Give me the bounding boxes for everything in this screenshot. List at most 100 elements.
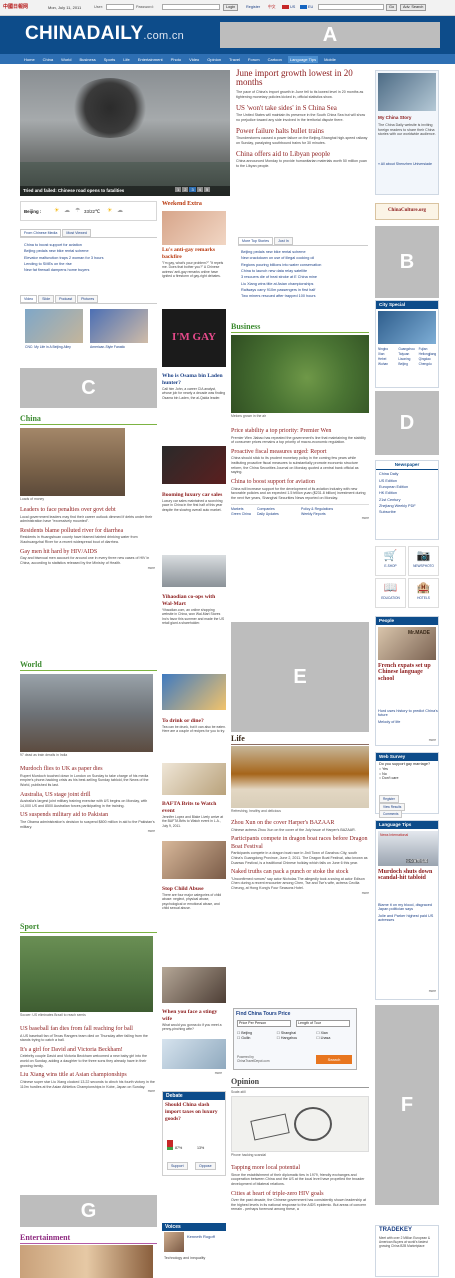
china-story-title[interactable]: Leaders to face penalties over govt debt — [20, 507, 155, 515]
weekend-img-hunter[interactable] — [162, 446, 226, 484]
china-more-link[interactable]: more — [20, 566, 155, 570]
lang-cn-link[interactable]: 中文 — [268, 5, 276, 10]
life-story-title[interactable]: Naked truths can pack a punch or stoke t… — [231, 869, 369, 877]
city-link[interactable]: Liaoning — [398, 357, 417, 361]
tab-podcast[interactable]: Podcast — [55, 295, 77, 304]
china-culture-banner[interactable]: ChinaCulture.org — [375, 203, 439, 220]
business-link-policy[interactable]: Policy & Regulations — [301, 507, 361, 511]
life-story-title[interactable]: Participants compete in dragon boat race… — [231, 836, 369, 851]
list-item[interactable]: 3 rescuers die of heat stroke at E China… — [241, 275, 365, 280]
business-image[interactable] — [231, 335, 369, 413]
list-item[interactable]: Beijing pedals new bike rental scheme — [241, 250, 365, 255]
weekend-extra-title[interactable]: Weekend Extra — [162, 201, 228, 209]
search-input[interactable] — [318, 4, 384, 10]
login-button[interactable]: Login — [223, 4, 239, 11]
nav-sports[interactable]: Sports — [102, 56, 118, 63]
nav-cartoon[interactable]: Cartoon — [266, 56, 284, 63]
language-tips-title[interactable]: Language Tips — [376, 821, 438, 829]
city-special-title[interactable]: City Special — [376, 301, 438, 309]
lang-eu-link[interactable]: EU — [308, 5, 313, 10]
tab-most-viewed[interactable]: Most Viewed — [62, 229, 91, 238]
weekend-story-title[interactable]: To drink or dine? — [162, 718, 226, 725]
weekend-img-car[interactable] — [162, 555, 226, 587]
weather-city[interactable]: Beijing : — [24, 209, 41, 215]
sport-story-title[interactable]: It's a girl for David and Victoria Beckh… — [20, 1047, 155, 1055]
slideshow-page-1[interactable]: 1 — [175, 187, 182, 192]
opinion-story-title[interactable]: Tapping more local potential — [231, 1165, 369, 1173]
city-checkbox[interactable]: ☐ Beijing — [237, 1031, 276, 1035]
tradekey-ad[interactable]: TRADEKEY Meet with over 2 Million Europe… — [375, 1225, 439, 1277]
hotels-tile[interactable]: 🏨 HOTELS — [408, 578, 439, 608]
tab-more-top-stories[interactable]: More Top Stories — [238, 237, 274, 246]
city-link[interactable]: Wuhan — [378, 362, 397, 366]
sport-image[interactable] — [20, 936, 153, 1012]
register-link[interactable]: Register — [246, 5, 260, 10]
china-story-title[interactable]: Gay men hit hard by HIV/AIDS — [20, 549, 155, 557]
newspaper-title[interactable]: Newspaper — [376, 461, 438, 470]
video-caption-2[interactable]: American-Style Fanatic — [90, 345, 150, 349]
business-link-daily-updates[interactable]: Daily Updates — [257, 512, 297, 516]
city-checkbox[interactable]: ☐ Xian — [316, 1031, 355, 1035]
entertainment-image[interactable] — [20, 1245, 153, 1278]
slideshow-page-4[interactable]: 4 — [196, 187, 203, 192]
nav-photo[interactable]: Photo — [169, 56, 183, 63]
business-section-title[interactable]: Business — [231, 322, 369, 332]
list-item[interactable]: New fat firewall dampens home buyers — [24, 268, 153, 273]
business-link-markets[interactable]: Markets — [231, 507, 253, 511]
tab-pictures[interactable]: Pictures — [77, 295, 99, 304]
city-link[interactable]: Taiyuan — [398, 352, 417, 356]
survey-option-dont-care[interactable]: ○ Don't care — [379, 776, 435, 780]
nav-language-tips[interactable]: Language Tips — [287, 55, 319, 63]
weekend-story-title[interactable]: Lu's anti-gay remarks backfire — [162, 247, 226, 261]
list-item[interactable]: Blame it on my blood, disgraced Japan po… — [378, 903, 438, 912]
world-story-title[interactable]: Murdoch flies to UK as paper dies — [20, 766, 155, 774]
lang-us-link[interactable]: US — [290, 5, 295, 10]
voices-name[interactable]: Kenneth Rogoff — [187, 1234, 225, 1239]
survey-comments-button[interactable]: Comments — [379, 810, 403, 818]
business-link-weekly-reports[interactable]: Weekly Reports — [301, 512, 361, 516]
slideshow-page-3[interactable]: 3 — [189, 187, 196, 192]
price-select[interactable]: Price Per Person — [237, 1020, 291, 1027]
city-special-image[interactable] — [378, 311, 436, 344]
opinion-story-title[interactable]: Cities at heart of triple-zero HIV goals — [231, 1191, 369, 1199]
entertainment-section-title[interactable]: Entertainment — [20, 1233, 157, 1243]
sport-story-title[interactable]: US baseball fan dies from fall reaching … — [20, 1026, 155, 1034]
my-china-story-link[interactable]: » All about Shenzhen Universiade — [378, 162, 436, 166]
password-input[interactable] — [162, 4, 220, 10]
city-checkbox[interactable]: ☐ Shanghai — [277, 1031, 316, 1035]
city-link[interactable]: Beijing — [398, 362, 417, 366]
nav-business[interactable]: Business — [78, 56, 98, 63]
education-tile[interactable]: 📖 EDUCATION — [375, 578, 406, 608]
world-image[interactable] — [20, 674, 153, 752]
weekend-story-title[interactable]: BAFTA Brits to Watch event — [162, 801, 226, 815]
nav-life[interactable]: Life — [121, 56, 131, 63]
list-item[interactable]: Zhejiang Weekly PDF — [379, 504, 435, 509]
city-checkbox[interactable]: ☐ Hangzhou — [277, 1036, 316, 1040]
list-item[interactable]: US Edition — [379, 479, 435, 484]
weekend-img-tea[interactable] — [162, 763, 226, 795]
support-button[interactable]: Support — [167, 1162, 188, 1171]
newsphoto-tile[interactable]: 📷 NEWSPHOTO — [408, 546, 439, 576]
oppose-button[interactable]: Oppose — [195, 1162, 216, 1171]
slideshow-image[interactable] — [20, 70, 230, 196]
length-select[interactable]: Length of Tour — [296, 1020, 350, 1027]
tours-search-button[interactable]: Search — [316, 1055, 352, 1064]
weekend-more-link[interactable]: more — [162, 1071, 222, 1075]
list-item[interactable]: Railways carry 910m passengers in first … — [241, 288, 365, 293]
adv-search-button[interactable]: Adv. Search — [400, 4, 427, 11]
weekend-img-walmart[interactable] — [162, 674, 226, 710]
my-china-story-title[interactable]: My China Story — [378, 115, 436, 121]
life-image[interactable] — [231, 746, 369, 808]
china-image[interactable] — [20, 428, 125, 496]
debate-question[interactable]: Should China slash import taxes on luxur… — [163, 1100, 225, 1124]
list-item[interactable]: Jolie and Parker highest paid US actress… — [378, 914, 438, 923]
weekend-story-title[interactable]: Stop Child Abuse — [162, 886, 226, 893]
business-more-link[interactable]: more — [231, 516, 369, 520]
city-link[interactable]: Xian — [378, 352, 397, 356]
debate-title[interactable]: Debate — [163, 1092, 225, 1101]
world-story-title[interactable]: Australia, US stage joint drill — [20, 792, 155, 800]
list-item[interactable]: Melody of life — [378, 720, 438, 725]
business-link-green-china[interactable]: Green China — [231, 512, 253, 516]
language-tips-headline[interactable]: Murdoch shuts down scandal-hit tabloid — [378, 869, 438, 882]
weekend-img-lu[interactable] — [162, 211, 226, 245]
